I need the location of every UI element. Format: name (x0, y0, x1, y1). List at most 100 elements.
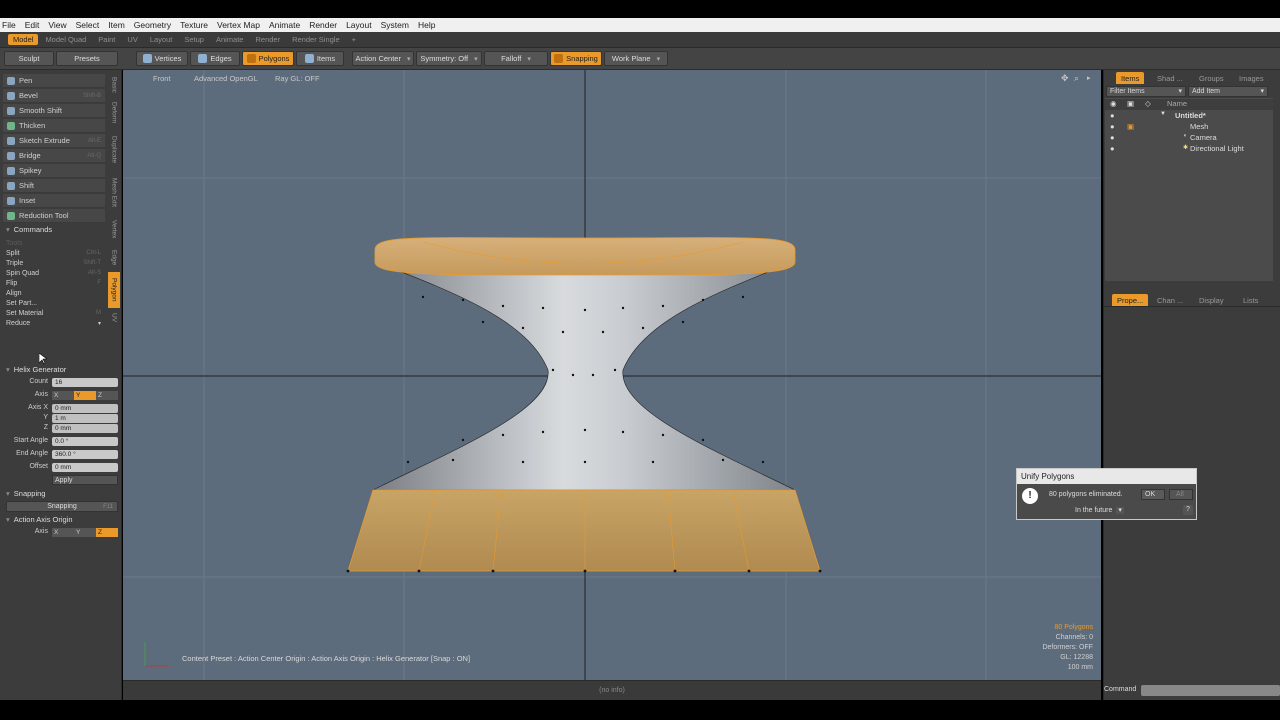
tool-reduction[interactable]: Reduction Tool (3, 209, 105, 223)
menu-item[interactable]: Item (108, 20, 125, 30)
tab-properties[interactable]: Prope... (1112, 294, 1149, 306)
menu-help[interactable]: Help (418, 20, 435, 30)
help-icon[interactable]: ? (1183, 505, 1193, 515)
menu-layout[interactable]: Layout (346, 20, 372, 30)
tool-bevel[interactable]: Bevel Shift-B (3, 89, 105, 103)
cmd-triple[interactable]: Triple Shift-T (3, 258, 105, 268)
presets-button[interactable]: Presets (56, 51, 118, 66)
snapping-toggle[interactable]: Snapping (550, 51, 602, 66)
tab-animate[interactable]: Animate (211, 34, 249, 45)
bottom-selected-polygons[interactable] (347, 489, 821, 572)
falloff-dropdown[interactable]: Falloff (484, 51, 548, 66)
tab-groups[interactable]: Groups (1194, 72, 1229, 84)
tab-shader[interactable]: Shad ... (1152, 72, 1188, 84)
cmd-set-part[interactable]: Set Part... (3, 298, 105, 308)
tab-layout[interactable]: Layout (145, 34, 178, 45)
future-dropdown[interactable]: In the future ▾ (1075, 506, 1124, 514)
filter-items-dropdown[interactable]: Filter Items ▾ (1106, 86, 1186, 97)
add-item-dropdown[interactable]: Add Item ▾ (1188, 86, 1268, 97)
menu-select[interactable]: Select (76, 20, 100, 30)
visibility-eye-icon[interactable]: ● (1110, 122, 1115, 131)
tab-items[interactable]: Items (1116, 72, 1145, 84)
action-axis-origin-header[interactable]: ▾ Action Axis Origin (3, 514, 119, 525)
tab-paint[interactable]: Paint (93, 34, 120, 45)
visibility-eye-icon[interactable]: ● (1110, 133, 1115, 142)
vtab-vertex[interactable]: Vertex (108, 214, 120, 244)
tab-model[interactable]: Model (8, 34, 39, 45)
cmd-align[interactable]: Align (3, 288, 105, 298)
pan-icon[interactable]: ✥ (1061, 73, 1069, 84)
view-type-dropdown[interactable]: Front (153, 74, 171, 83)
sculpt-button[interactable]: Sculpt (4, 51, 54, 66)
menu-geometry[interactable]: Geometry (134, 20, 171, 30)
visibility-eye-icon[interactable]: ● (1110, 144, 1115, 153)
tool-sketch-extrude[interactable]: Sketch Extrude Alt-E (3, 134, 105, 148)
tab-uv[interactable]: UV (122, 34, 142, 45)
tool-inset[interactable]: Inset (3, 194, 105, 208)
tab-render[interactable]: Render (250, 34, 285, 45)
aao-axis-y-option[interactable]: Y (74, 528, 96, 537)
vtab-duplicate[interactable]: Duplicate (108, 130, 120, 170)
axis-x-field[interactable]: 0 mm (52, 404, 118, 413)
chevron-down-icon[interactable]: ▼ (1160, 111, 1166, 117)
vtab-edge[interactable]: Edge (108, 246, 120, 270)
cmd-set-material[interactable]: Set Material M (3, 308, 105, 318)
menu-vertex-map[interactable]: Vertex Map (217, 20, 260, 30)
items-mode-button[interactable]: Items (296, 51, 344, 66)
viewport-canvas[interactable] (123, 70, 1101, 680)
shading-dropdown[interactable]: Advanced OpenGL (194, 74, 258, 83)
tab-images[interactable]: Images (1234, 72, 1269, 84)
raygl-toggle[interactable]: Ray GL: OFF (275, 74, 320, 83)
vtab-mesh-edit[interactable]: Mesh Edit (108, 172, 120, 212)
snapping-panel-button[interactable]: Snapping F11 (6, 501, 118, 512)
tool-smooth-shift[interactable]: Smooth Shift (3, 104, 105, 118)
mesh-lock-icon[interactable]: ▣ (1127, 122, 1134, 131)
tool-spikey[interactable]: Spikey (3, 164, 105, 178)
menu-view[interactable]: View (48, 20, 66, 30)
menu-animate[interactable]: Animate (269, 20, 300, 30)
tab-lists[interactable]: Lists (1238, 294, 1263, 306)
tree-item-camera[interactable]: ● ◖ Camera (1105, 133, 1273, 144)
tab-render-single[interactable]: Render Single (287, 34, 345, 45)
tool-shift[interactable]: Shift (3, 179, 105, 193)
all-button[interactable]: All (1169, 489, 1193, 500)
count-field[interactable]: 16 (52, 378, 118, 387)
aao-axis-z-option[interactable]: Z (96, 528, 118, 537)
top-selected-polygons[interactable] (374, 237, 796, 276)
visibility-eye-icon[interactable]: ● (1110, 111, 1115, 120)
tab-channels[interactable]: Chan ... (1152, 294, 1188, 306)
menu-edit[interactable]: Edit (25, 20, 40, 30)
add-tab-button[interactable]: + (347, 34, 361, 45)
start-angle-field[interactable]: 0.0 ° (52, 437, 118, 446)
apply-button[interactable]: Apply (52, 475, 118, 485)
ok-button[interactable]: OK (1141, 489, 1165, 500)
axis-y-option[interactable]: Y (74, 391, 96, 400)
tree-item-light[interactable]: ● ✱ Directional Light (1105, 144, 1273, 155)
tool-thicken[interactable]: Thicken (3, 119, 105, 133)
tree-item-mesh[interactable]: ● ▣ Mesh (1105, 122, 1273, 133)
menu-texture[interactable]: Texture (180, 20, 208, 30)
snapping-header[interactable]: ▾ Snapping (3, 488, 119, 499)
tab-display[interactable]: Display (1194, 294, 1229, 306)
menu-render[interactable]: Render (309, 20, 337, 30)
maximize-icon[interactable]: ▸ (1087, 74, 1091, 82)
edges-mode-button[interactable]: Edges (190, 51, 240, 66)
tab-setup[interactable]: Setup (179, 34, 209, 45)
tree-item-scene[interactable]: ● ▼ Untitled* (1105, 111, 1273, 122)
polygons-mode-button[interactable]: Polygons (242, 51, 294, 66)
offset-field[interactable]: 0 mm (52, 463, 118, 472)
vtab-deform[interactable]: Deform (108, 98, 120, 128)
vtab-polygon[interactable]: Polygon (108, 272, 120, 308)
vtab-basic[interactable]: Basic (108, 74, 120, 96)
end-angle-field[interactable]: 360.0 ° (52, 450, 118, 459)
aao-axis-x-option[interactable]: X (52, 528, 74, 537)
cmd-reduce[interactable]: Reduce ▾ (3, 318, 105, 328)
vertices-mode-button[interactable]: Vertices (136, 51, 188, 66)
y-field[interactable]: 1 m (52, 414, 118, 423)
helix-generator-header[interactable]: ▾ Helix Generator (3, 364, 119, 375)
tool-bridge[interactable]: Bridge Alt-Q (3, 149, 105, 163)
action-center-dropdown[interactable]: Action Center (352, 51, 414, 66)
cmd-split[interactable]: Split Ctrl-L (3, 248, 105, 258)
commands-header[interactable]: ▾ Commands (3, 224, 119, 235)
axis-z-option[interactable]: Z (96, 391, 118, 400)
